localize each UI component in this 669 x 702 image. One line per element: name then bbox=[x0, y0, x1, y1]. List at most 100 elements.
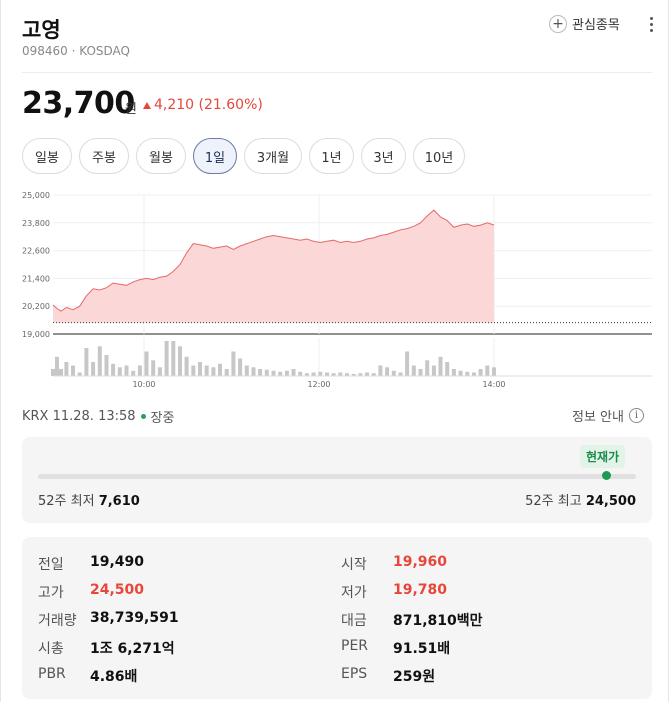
stat-value: 19,490 bbox=[90, 554, 145, 570]
volume-bar bbox=[425, 360, 430, 377]
volume-bar bbox=[71, 365, 75, 376]
tab-label: 10년 bbox=[424, 150, 454, 166]
range-high-value: 24,500 bbox=[585, 494, 636, 509]
price-unit: 원 bbox=[125, 102, 137, 117]
volume-bar bbox=[77, 372, 82, 376]
volume-bar bbox=[291, 369, 296, 376]
volume-bar bbox=[325, 372, 329, 376]
volume-bar bbox=[264, 369, 269, 376]
volume-bar bbox=[117, 367, 122, 377]
stats-panel: 전일 19,490 시작 19,960 고가 24,500 저가 19,780 … bbox=[22, 537, 652, 699]
stat-value: 871,810백만 bbox=[393, 613, 483, 629]
tab-3month[interactable]: 3개월 bbox=[244, 138, 302, 174]
volume-bar bbox=[137, 365, 142, 376]
52week-range: 현재가 52주 최저 7,610 52주 최고 24,500 bbox=[22, 437, 652, 523]
more-vertical-icon[interactable] bbox=[644, 13, 658, 35]
tab-label: 월봉 bbox=[149, 150, 173, 166]
volume-bar bbox=[418, 369, 423, 376]
volume-bar bbox=[405, 351, 410, 376]
stat-label: EPS bbox=[341, 666, 368, 682]
volume-bar bbox=[251, 367, 256, 377]
volume-bar bbox=[218, 363, 222, 377]
market-timestamp: KRX 11.28. 13:58 bbox=[22, 409, 136, 424]
stock-card: 고영 098460 · KOSDAQ + 관심종목 23,700 원 4,210… bbox=[0, 0, 669, 702]
tab-label: 주봉 bbox=[92, 150, 116, 166]
tab-weekly[interactable]: 주봉 bbox=[79, 138, 129, 174]
status-dot bbox=[140, 414, 146, 419]
tab-daily[interactable]: 일봉 bbox=[22, 138, 72, 174]
y-tick-label: 23,800 bbox=[22, 219, 50, 228]
volume-bar bbox=[64, 362, 69, 376]
range-low-label: 52주 최저 bbox=[38, 494, 95, 509]
tab-1day[interactable]: 1일 bbox=[193, 138, 237, 174]
volume-bar bbox=[472, 372, 476, 376]
volume-bar bbox=[411, 365, 416, 376]
tab-1year[interactable]: 1년 bbox=[309, 138, 354, 174]
divider bbox=[22, 72, 652, 73]
stat-label: PBR bbox=[38, 666, 66, 682]
volume-bar bbox=[171, 341, 176, 376]
stat-label: 시총 bbox=[38, 641, 64, 657]
tab-label: 일봉 bbox=[35, 150, 59, 166]
intraday-price-chart[interactable]: 25,000 23,800 22,600 21,400 20,200 19,000 10:0… bbox=[22, 188, 652, 390]
volume-bar bbox=[224, 369, 229, 376]
plus-icon: + bbox=[549, 14, 567, 33]
volume-bar bbox=[431, 365, 436, 376]
volume-bar bbox=[391, 370, 396, 377]
volume-bar bbox=[198, 362, 202, 376]
stat-high: 고가 24,500 bbox=[38, 582, 144, 602]
price-area bbox=[53, 210, 494, 323]
tab-10year[interactable]: 10년 bbox=[413, 138, 465, 174]
stat-label: 시작 bbox=[341, 557, 367, 573]
volume-bar bbox=[157, 367, 162, 377]
tab-label: 1일 bbox=[204, 150, 226, 166]
tab-label: 1년 bbox=[321, 150, 342, 166]
volume-bar bbox=[445, 362, 450, 376]
volume-bar bbox=[492, 367, 496, 377]
y-tick-label: 19,000 bbox=[22, 330, 50, 339]
info-icon: i bbox=[628, 408, 644, 423]
info-guide-label: 정보 안내 bbox=[572, 410, 624, 425]
period-tabs: 일봉 주봉 월봉 1일 3개월 1년 3년 10년 bbox=[22, 138, 465, 174]
volume-bar bbox=[97, 346, 102, 377]
volume-bar bbox=[204, 365, 209, 376]
volume-bar bbox=[318, 371, 323, 376]
volume-bar bbox=[485, 365, 490, 376]
y-tick-label: 20,200 bbox=[22, 302, 50, 311]
watchlist-button[interactable]: + 관심종목 bbox=[549, 14, 620, 33]
range-track bbox=[38, 474, 636, 479]
y-tick-label: 25,000 bbox=[22, 191, 50, 200]
stat-value: 24,500 bbox=[90, 582, 145, 598]
x-tick-label: 14:00 bbox=[482, 380, 505, 389]
current-price-badge: 현재가 bbox=[580, 445, 626, 468]
stat-label: 고가 bbox=[38, 585, 64, 601]
volume-bar bbox=[365, 372, 369, 376]
volume-bar bbox=[164, 341, 169, 376]
stat-low: 저가 19,780 bbox=[341, 582, 447, 602]
stat-label: 대금 bbox=[341, 613, 367, 629]
stock-name[interactable]: 고영 bbox=[22, 14, 61, 44]
stat-eps: EPS 259원 bbox=[341, 666, 435, 686]
current-price: 23,700 bbox=[22, 86, 135, 121]
volume-bar bbox=[244, 365, 249, 376]
up-arrow-icon bbox=[143, 101, 151, 109]
stat-label: 거래량 bbox=[38, 613, 77, 629]
stock-code-market: 098460 · KOSDAQ bbox=[22, 44, 130, 58]
tab-3year[interactable]: 3년 bbox=[361, 138, 406, 174]
y-tick-label: 22,600 bbox=[22, 247, 50, 256]
tab-monthly[interactable]: 월봉 bbox=[136, 138, 186, 174]
stat-pbr: PBR 4.86배 bbox=[38, 666, 137, 686]
volume-bar bbox=[184, 356, 189, 377]
info-guide-link[interactable]: 정보 안내 i bbox=[572, 406, 644, 425]
volume-bar bbox=[144, 351, 149, 376]
volume-bar bbox=[338, 372, 343, 376]
tab-label: 3개월 bbox=[256, 150, 290, 166]
volume-bar bbox=[191, 365, 196, 376]
volume-bar bbox=[231, 351, 236, 376]
volume-bar bbox=[458, 370, 463, 377]
market-status: 장중 bbox=[150, 411, 175, 426]
volume-bar bbox=[151, 360, 156, 377]
volume-bar bbox=[91, 362, 96, 376]
stat-open: 시작 19,960 bbox=[341, 554, 447, 574]
volume-bar bbox=[378, 365, 383, 376]
